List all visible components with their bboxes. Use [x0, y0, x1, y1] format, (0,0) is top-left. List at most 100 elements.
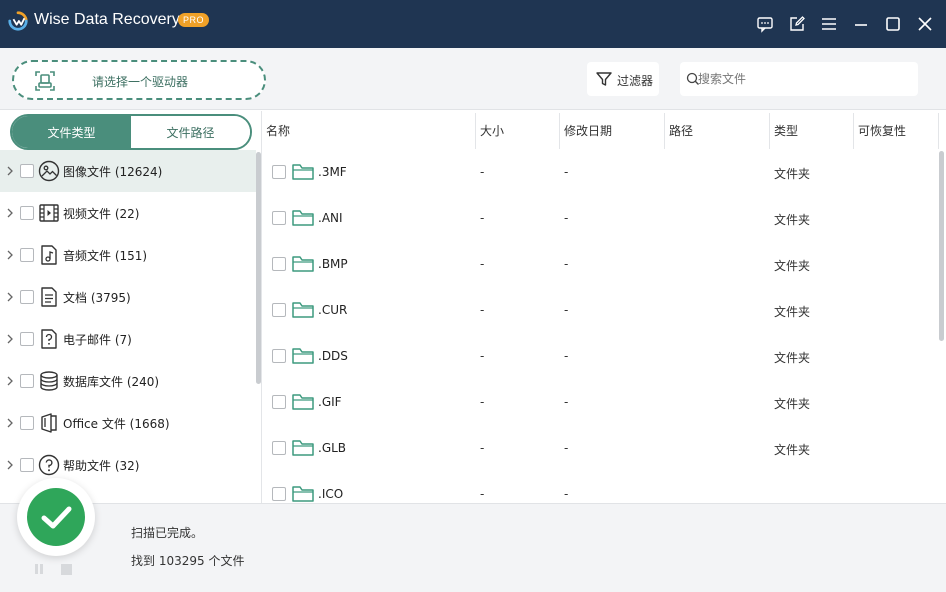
stop-icon[interactable] — [61, 564, 72, 575]
row-checkbox[interactable] — [272, 395, 286, 409]
folder-icon — [292, 256, 314, 272]
chevron-right-icon[interactable] — [5, 333, 15, 345]
row-name: .ICO — [318, 487, 344, 501]
image-icon — [38, 160, 60, 182]
close-button[interactable] — [915, 14, 935, 34]
category-item-office[interactable]: Office 文件 (1668) — [0, 402, 256, 444]
column-header-path[interactable]: 路径 — [666, 111, 693, 151]
column-header-size[interactable]: 大小 — [477, 111, 504, 151]
row-checkbox[interactable] — [272, 211, 286, 225]
column-divider[interactable] — [559, 113, 560, 149]
row-type: 文件夹 — [774, 213, 811, 227]
column-divider[interactable] — [475, 113, 476, 149]
filter-icon — [596, 72, 612, 86]
column-divider[interactable] — [664, 113, 665, 149]
folder-icon — [292, 348, 314, 364]
tab-file-path[interactable]: 文件路径 — [131, 116, 250, 148]
search-box — [680, 62, 918, 96]
category-item-database[interactable]: 数据库文件 (240) — [0, 360, 256, 402]
category-label: 音频文件 (151) — [63, 249, 148, 263]
chevron-right-icon[interactable] — [5, 291, 15, 303]
table-row[interactable]: .ICO - - — [263, 472, 939, 503]
office-icon — [41, 413, 57, 433]
row-type: 文件夹 — [774, 259, 811, 273]
column-header-type[interactable]: 类型 — [771, 111, 798, 151]
table-scrollbar[interactable] — [939, 151, 944, 341]
column-divider[interactable] — [938, 113, 939, 149]
row-size: - — [480, 257, 485, 271]
column-divider[interactable] — [769, 113, 770, 149]
column-header-name[interactable]: 名称 — [263, 111, 290, 151]
status-message: 扫描已完成。 — [131, 526, 204, 540]
chevron-right-icon[interactable] — [5, 249, 15, 261]
category-checkbox[interactable] — [20, 248, 34, 262]
category-item-email[interactable]: 电子邮件 (7) — [0, 318, 256, 360]
category-checkbox[interactable] — [20, 206, 34, 220]
chevron-right-icon[interactable] — [5, 165, 15, 177]
row-checkbox[interactable] — [272, 303, 286, 317]
scan-complete-circle — [27, 488, 85, 546]
row-date: - — [564, 441, 569, 455]
search-input[interactable] — [698, 68, 912, 90]
table-row[interactable]: .BMP - - 文件夹 — [263, 242, 939, 288]
row-checkbox[interactable] — [272, 349, 286, 363]
category-label: 帮助文件 (32) — [63, 459, 140, 473]
category-checkbox[interactable] — [20, 332, 34, 346]
category-item-documents[interactable]: 文档 (3795) — [0, 276, 256, 318]
table-row[interactable]: .GIF - - 文件夹 — [263, 380, 939, 426]
table-row[interactable]: .GLB - - 文件夹 — [263, 426, 939, 472]
category-checkbox[interactable] — [20, 164, 34, 178]
minimize-button[interactable] — [851, 14, 871, 34]
category-item-audio[interactable]: 音频文件 (151) — [0, 234, 256, 276]
edit-button[interactable] — [787, 14, 807, 34]
maximize-button[interactable] — [883, 14, 903, 34]
menu-button[interactable] — [819, 14, 839, 34]
chevron-right-icon[interactable] — [5, 417, 15, 429]
folder-icon — [292, 210, 314, 226]
pause-icon[interactable] — [33, 563, 45, 575]
title-bar: Wise Data Recovery PRO — [0, 0, 946, 48]
table-row[interactable]: .CUR - - 文件夹 — [263, 288, 939, 334]
category-checkbox[interactable] — [20, 458, 34, 472]
category-item-images[interactable]: 图像文件 (12624) — [0, 150, 256, 192]
category-checkbox[interactable] — [20, 374, 34, 388]
category-checkbox[interactable] — [20, 290, 34, 304]
row-name: .3MF — [318, 165, 347, 179]
minimize-icon — [855, 24, 867, 26]
row-checkbox[interactable] — [272, 165, 286, 179]
email-icon — [41, 329, 57, 349]
row-checkbox[interactable] — [272, 441, 286, 455]
feedback-button[interactable] — [755, 14, 775, 34]
file-table: 名称 大小 修改日期 路径 类型 可恢复性 .3MF - - 文件夹 .ANI … — [263, 111, 946, 503]
category-item-video[interactable]: 视频文件 (22) — [0, 192, 256, 234]
column-header-recoverability[interactable]: 可恢复性 — [855, 111, 906, 151]
chevron-right-icon[interactable] — [5, 207, 15, 219]
table-row[interactable]: .3MF - - 文件夹 — [263, 150, 939, 196]
chevron-right-icon[interactable] — [5, 459, 15, 471]
category-checkbox[interactable] — [20, 416, 34, 430]
filter-button[interactable]: 过滤器 — [587, 62, 659, 96]
row-checkbox[interactable] — [272, 257, 286, 271]
table-header: 名称 大小 修改日期 路径 类型 可恢复性 — [263, 111, 939, 151]
category-scrollbar[interactable] — [256, 152, 261, 384]
row-type: 文件夹 — [774, 167, 811, 181]
table-row[interactable]: .DDS - - 文件夹 — [263, 334, 939, 380]
tab-file-type[interactable]: 文件类型 — [12, 116, 131, 148]
row-name: .BMP — [318, 257, 348, 271]
column-divider[interactable] — [853, 113, 854, 149]
category-item-help[interactable]: 帮助文件 (32) — [0, 444, 256, 486]
row-name: .CUR — [318, 303, 348, 317]
help-icon — [38, 454, 60, 476]
table-row[interactable]: .ANI - - 文件夹 — [263, 196, 939, 242]
column-header-modified[interactable]: 修改日期 — [561, 111, 612, 151]
app-title: Wise Data Recovery — [34, 11, 180, 28]
drive-select-button[interactable]: 请选择一个驱动器 — [12, 60, 266, 100]
chevron-right-icon[interactable] — [5, 375, 15, 387]
video-icon — [39, 204, 59, 222]
row-date: - — [564, 211, 569, 225]
checkmark-icon — [41, 506, 72, 529]
category-label: Office 文件 (1668) — [63, 417, 170, 431]
row-size: - — [480, 165, 485, 179]
toolbar: 请选择一个驱动器 过滤器 — [0, 48, 946, 110]
row-checkbox[interactable] — [272, 487, 286, 501]
